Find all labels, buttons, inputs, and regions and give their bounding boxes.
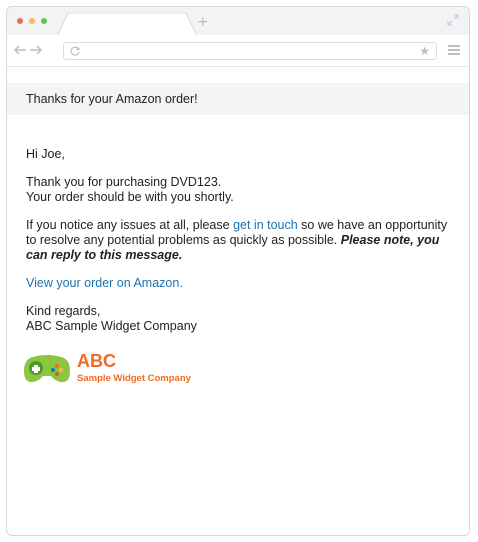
company-logo: ABC Sample Widget Company	[23, 351, 223, 391]
bookmark-star-icon[interactable]: ★	[419, 44, 430, 58]
address-bar[interactable]: ★	[63, 42, 437, 60]
close-window-button[interactable]	[17, 18, 23, 24]
get-in-touch-link[interactable]: get in touch	[233, 218, 298, 232]
gamepad-icon	[24, 355, 70, 383]
purchase-message: Thank you for purchasing DVD123. Your or…	[26, 175, 454, 205]
greeting: Hi Joe,	[26, 147, 65, 161]
email-subject-band: Thanks for your Amazon order!	[7, 83, 469, 115]
order-link-paragraph: View your order on Amazon.	[26, 276, 454, 291]
browser-window: + ★ Thanks for your Amazon order! Hi Joe…	[6, 6, 470, 536]
browser-toolbar: ★	[7, 35, 469, 67]
signature: ABC Sample Widget Company	[26, 319, 197, 333]
logo-abbreviation: ABC	[77, 351, 116, 371]
view-order-link[interactable]: View your order on Amazon.	[26, 276, 183, 290]
maximize-window-button[interactable]	[41, 18, 47, 24]
email-body: Hi Joe, Thank you for purchasing DVD123.…	[26, 147, 454, 347]
issues-prefix: If you notice any issues at all, please	[26, 218, 234, 232]
menu-icon[interactable]	[448, 45, 460, 56]
logo-company-name: Sample Widget Company	[77, 373, 191, 384]
reload-icon[interactable]	[70, 46, 80, 56]
forward-arrow-icon[interactable]	[29, 44, 43, 56]
new-tab-button[interactable]: +	[197, 14, 209, 30]
signoff-block: Kind regards, ABC Sample Widget Company	[26, 304, 454, 334]
minimize-window-button[interactable]	[29, 18, 35, 24]
title-bar: +	[7, 7, 469, 36]
issues-paragraph: If you notice any issues at all, please …	[26, 218, 454, 263]
expand-icon[interactable]	[447, 14, 459, 26]
purchase-line-2: Your order should be with you shortly.	[26, 190, 234, 204]
signoff: Kind regards,	[26, 304, 101, 318]
back-arrow-icon[interactable]	[13, 44, 27, 56]
purchase-line-1: Thank you for purchasing DVD123.	[26, 175, 222, 189]
browser-tab[interactable]	[57, 13, 207, 36]
email-subject: Thanks for your Amazon order!	[26, 92, 198, 106]
